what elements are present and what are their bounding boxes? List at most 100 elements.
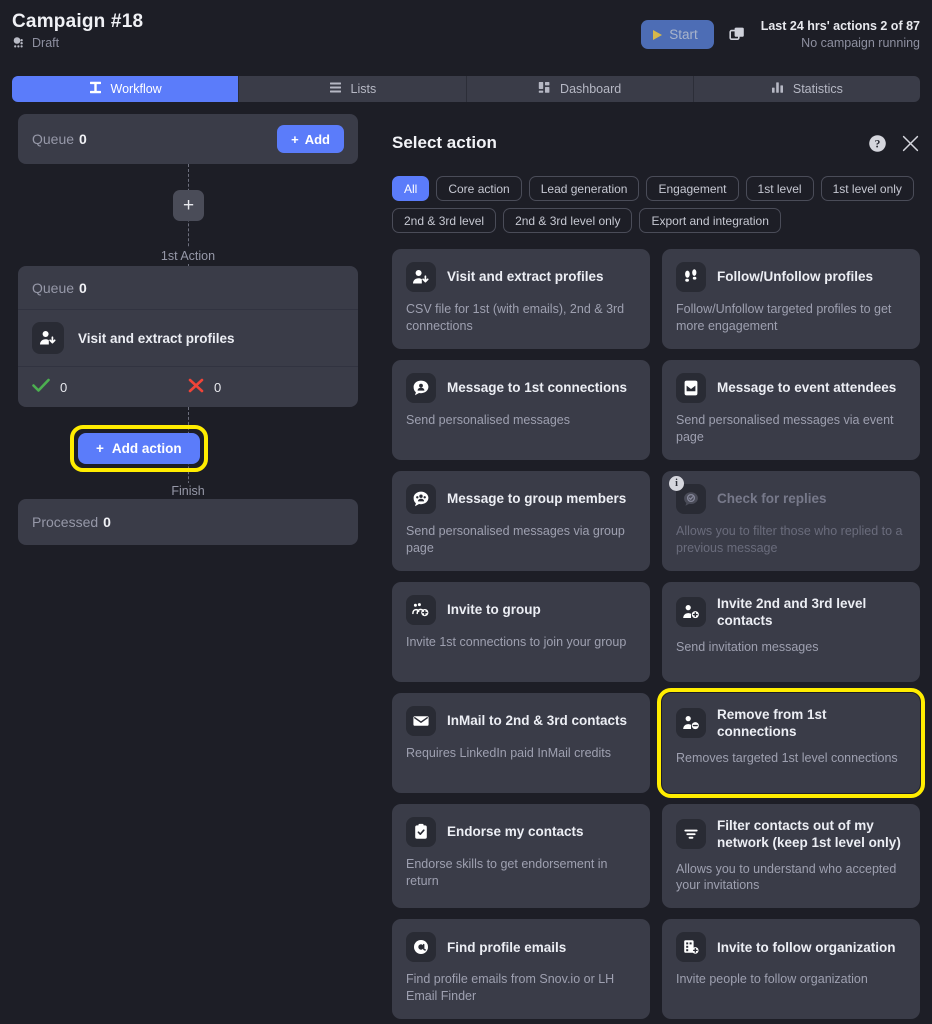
dashboard-icon	[538, 81, 551, 97]
add-action-highlight: + Add action	[70, 425, 208, 472]
chip-core-action[interactable]: Core action	[436, 176, 521, 201]
step-action-name: Visit and extract profiles	[78, 331, 235, 346]
plus-icon: +	[291, 132, 299, 147]
person-minus-icon	[676, 708, 706, 738]
action-card-desc: Invite 1st connections to join your grou…	[406, 634, 636, 651]
help-icon[interactable]: ?	[868, 134, 887, 153]
filter-icon	[676, 819, 706, 849]
action-card-message-to-1st-connections[interactable]: Message to 1st connections Send personal…	[392, 360, 650, 460]
action-card-title: Check for replies	[717, 490, 827, 507]
step-action-row: Visit and extract profiles	[18, 310, 358, 367]
app-header: Campaign #18 Draft Start Last 24	[0, 0, 932, 70]
page-body: Queue0 + Add + 1st Action Queue0	[0, 102, 932, 1022]
chip-export-and-integration[interactable]: Export and integration	[639, 208, 780, 233]
plus-icon: +	[96, 441, 104, 456]
action-card-desc: Send personalised messages via event pag…	[676, 412, 906, 446]
action-card-invite-to-follow-organization[interactable]: Invite to follow organization Invite peo…	[662, 919, 920, 1019]
cross-icon	[188, 378, 204, 396]
action-card-title: Filter contacts out of my network (keep …	[717, 817, 906, 852]
start-button-label: Start	[669, 27, 698, 42]
action-card-visit-and-extract-profiles[interactable]: Visit and extract profiles CSV file for …	[392, 249, 650, 349]
chip-1st-level-only[interactable]: 1st level only	[821, 176, 914, 201]
chip-label: 2nd & 3rd level only	[515, 214, 620, 228]
chip-all[interactable]: All	[392, 176, 429, 201]
action-card-title: Remove from 1st connections	[717, 706, 906, 741]
clipboard-check-icon	[406, 817, 436, 847]
step-failed-count: 0	[214, 380, 221, 395]
action-card-title: Endorse my contacts	[447, 823, 584, 840]
action-card-endorse-my-contacts[interactable]: Endorse my contacts Endorse skills to ge…	[392, 804, 650, 908]
chip-lead-generation[interactable]: Lead generation	[529, 176, 640, 201]
action-card-title: Follow/Unfollow profiles	[717, 268, 873, 285]
tab-lists-label: Lists	[351, 82, 377, 96]
action-card-title: Invite to group	[447, 601, 541, 618]
chip-label: Core action	[448, 182, 509, 196]
step-success-stat: 0	[32, 378, 188, 396]
workflow-step-card[interactable]: Queue 0 Visit and extract profiles	[18, 266, 358, 407]
action-card-remove-from-1st-connections[interactable]: Remove from 1st connections Removes targ…	[662, 693, 920, 793]
queue-count-top: 0	[79, 131, 87, 147]
duplicate-icon[interactable]	[726, 23, 749, 46]
action-card-title: Invite to follow organization	[717, 939, 896, 956]
campaign-stats: Last 24 hrs' actions 2 of 87 No campaign…	[761, 18, 920, 52]
processed-card: Processed 0	[18, 499, 358, 545]
add-button[interactable]: + Add	[277, 125, 344, 153]
insert-action-button[interactable]: +	[173, 190, 204, 221]
invite-group-icon	[406, 595, 436, 625]
action-card-desc: Allows you to filter those who replied t…	[676, 523, 906, 557]
step-queue-row: Queue 0	[18, 266, 358, 310]
select-action-panel: Select action ? All Core action Lead ge	[380, 114, 932, 1022]
statistics-icon	[771, 81, 784, 97]
person-plus-icon	[676, 597, 706, 627]
chip-2nd-3rd-level-only[interactable]: 2nd & 3rd level only	[503, 208, 632, 233]
action-card-filter-contacts-out-of-my-network[interactable]: Filter contacts out of my network (keep …	[662, 804, 920, 908]
action-card-message-to-event-attendees[interactable]: Message to event attendees Send personal…	[662, 360, 920, 460]
action-card-follow-unfollow-profiles[interactable]: Follow/Unfollow profiles Follow/Unfollow…	[662, 249, 920, 349]
step-queue-count: 0	[79, 280, 87, 296]
action-card-message-to-group-members[interactable]: Message to group members Send personalis…	[392, 471, 650, 571]
action-card-invite-2nd-and-3rd-level-contacts[interactable]: Invite 2nd and 3rd level contacts Send i…	[662, 582, 920, 682]
action-card-inmail-to-2nd-3rd-contacts[interactable]: InMail to 2nd & 3rd contacts Requires Li…	[392, 693, 650, 793]
chip-label: 2nd & 3rd level	[404, 214, 484, 228]
action-card-desc: Follow/Unfollow targeted profiles to get…	[676, 301, 906, 335]
chip-label: All	[404, 182, 417, 196]
action-card-desc: Removes targeted 1st level connections	[676, 750, 906, 767]
actions-count: Last 24 hrs' actions 2 of 87	[761, 18, 920, 35]
add-action-button[interactable]: + Add action	[78, 433, 200, 464]
connector-label-finish: Finish	[18, 483, 358, 499]
action-card-invite-to-group[interactable]: Invite to group Invite 1st connections t…	[392, 582, 650, 682]
action-card-find-profile-emails[interactable]: Find profile emails Find profile emails …	[392, 919, 650, 1019]
close-icon[interactable]	[901, 134, 920, 153]
action-card-desc: Send personalised messages via group pag…	[406, 523, 636, 557]
action-card-title: Invite 2nd and 3rd level contacts	[717, 595, 906, 630]
step-failed-stat: 0	[188, 378, 344, 396]
chip-2nd-3rd-level[interactable]: 2nd & 3rd level	[392, 208, 496, 233]
envelope-icon	[406, 706, 436, 736]
queue-bar-top: Queue0 + Add	[18, 114, 358, 164]
action-card-desc: CSV file for 1st (with emails), 2nd & 3r…	[406, 301, 636, 335]
tab-dashboard-label: Dashboard	[560, 82, 621, 96]
action-card-title: Visit and extract profiles	[447, 268, 604, 285]
status-badge: Draft	[32, 36, 59, 50]
message-person-icon	[406, 373, 436, 403]
chip-1st-level[interactable]: 1st level	[746, 176, 814, 201]
action-card-title: Message to 1st connections	[447, 379, 627, 396]
step-queue-label: Queue	[32, 280, 74, 296]
processed-label: Processed	[32, 514, 98, 530]
tab-lists[interactable]: Lists	[239, 76, 466, 102]
info-icon[interactable]: i	[669, 476, 684, 491]
tab-dashboard[interactable]: Dashboard	[467, 76, 694, 102]
processed-count: 0	[103, 514, 111, 530]
add-action-button-label: Add action	[112, 441, 182, 456]
tab-statistics[interactable]: Statistics	[694, 76, 920, 102]
action-card-title: Message to group members	[447, 490, 626, 507]
panel-header-actions: ?	[868, 134, 920, 153]
tab-workflow[interactable]: Workflow	[12, 76, 239, 102]
action-card-desc: Send personalised messages	[406, 412, 636, 429]
chip-label: 1st level only	[833, 182, 902, 196]
start-button[interactable]: Start	[641, 20, 714, 49]
tab-statistics-label: Statistics	[793, 82, 843, 96]
action-card-title: InMail to 2nd & 3rd contacts	[447, 712, 627, 729]
action-card-title: Find profile emails	[447, 939, 566, 956]
chip-engagement[interactable]: Engagement	[646, 176, 738, 201]
